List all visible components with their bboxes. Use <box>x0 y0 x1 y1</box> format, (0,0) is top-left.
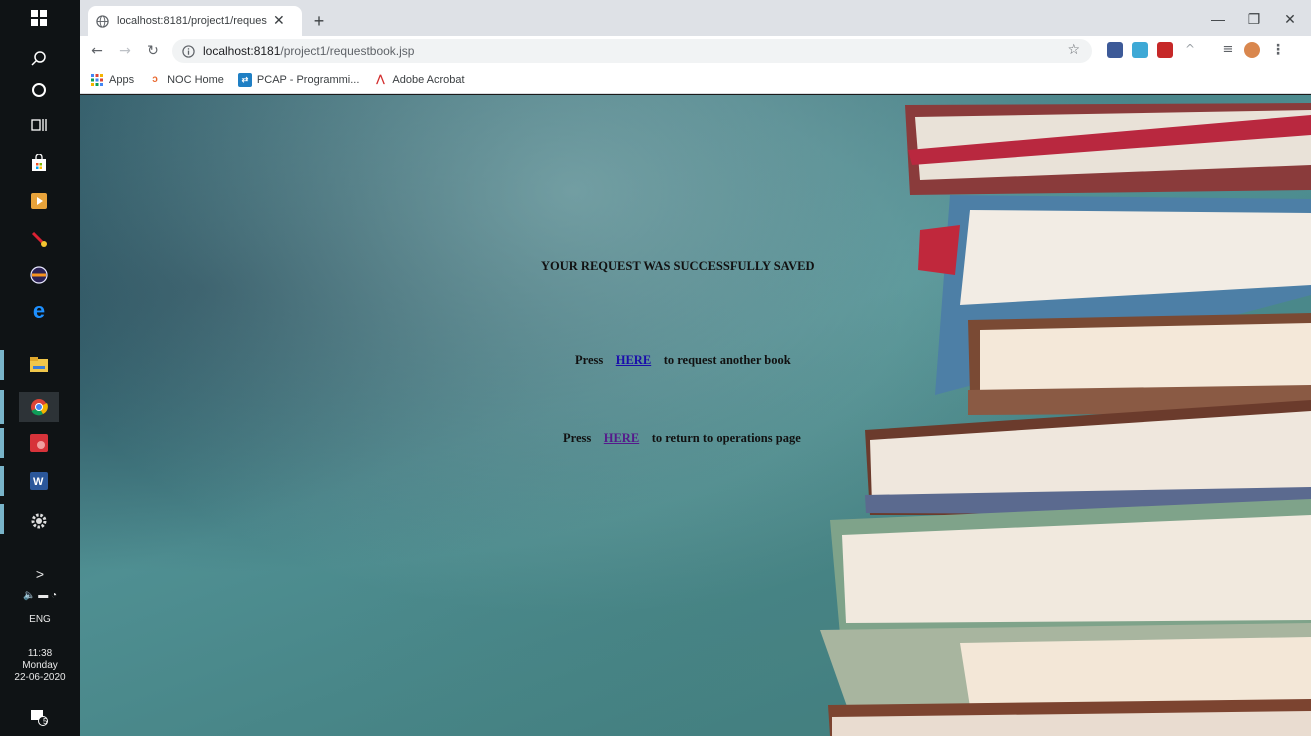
tray-icons[interactable]: 🔈 ▬ ◔ <box>0 590 80 602</box>
active-indicator <box>0 350 4 380</box>
menu-kebab-icon[interactable]: ⋮ <box>1270 42 1286 58</box>
search-icon[interactable] <box>26 45 52 71</box>
success-heading: YOUR REQUEST WAS SUCCESSFULLY SAVED <box>541 259 815 273</box>
return-operations-line: Press HERE to return to operations page <box>563 431 801 446</box>
restore-button[interactable]: ❐ <box>1236 6 1272 32</box>
browser-toolbar: ← → ↻ localhost:8181/project1/requestboo… <box>80 36 1311 66</box>
show-hidden-icons-chevron[interactable]: > <box>0 567 80 581</box>
file-explorer-icon[interactable] <box>26 352 52 378</box>
media-player-icon[interactable] <box>26 188 52 214</box>
word-icon[interactable]: W <box>26 468 52 494</box>
store-icon[interactable] <box>26 150 52 176</box>
reload-icon[interactable]: ↻ <box>142 40 164 62</box>
pcap-icon: ⇄ <box>237 72 252 87</box>
books-background-image <box>820 103 1311 736</box>
forward-arrow-icon[interactable]: → <box>114 40 136 62</box>
request-another-line: Press HERE to request another book <box>575 353 791 368</box>
return-operations-label: to return to operations page <box>651 431 801 445</box>
bookmark-label: Adobe Acrobat <box>392 73 465 86</box>
bookmark-apps[interactable]: Apps <box>90 73 134 87</box>
chrome-taskbar-icon[interactable] <box>19 392 59 422</box>
start-windows-icon[interactable] <box>26 5 52 31</box>
address-bar[interactable]: localhost:8181/project1/requestbook.jsp … <box>172 39 1092 63</box>
notification-count: 5 <box>43 717 48 726</box>
tab-title: localhost:8181/project1/requestb <box>117 15 267 27</box>
bookmark-label: PCAP - Programmi... <box>256 73 360 86</box>
apps-grid-icon <box>90 73 104 87</box>
url-path: /project1/requestbook.jsp <box>280 44 415 58</box>
battery-icon[interactable]: ▬ <box>38 590 48 601</box>
eclipse-icon[interactable] <box>26 262 52 288</box>
bookmark-adobe-acrobat[interactable]: ⋀ Adobe Acrobat <box>373 73 464 87</box>
paint-brush-icon[interactable] <box>26 226 52 252</box>
bookmark-label: NOC Home <box>167 73 224 86</box>
active-indicator <box>0 466 4 496</box>
request-another-label: to request another book <box>663 353 791 367</box>
active-indicator <box>0 428 4 458</box>
wifi-icon[interactable]: ◔ <box>51 590 57 601</box>
volume-icon[interactable]: 🔈 <box>23 590 35 601</box>
edge-browser-icon[interactable]: e <box>26 298 52 324</box>
clock-date[interactable]: 22-06-2020 <box>0 672 80 684</box>
bookmark-star-icon[interactable]: ☆ <box>1067 42 1080 58</box>
tab-close-icon[interactable]: ✕ <box>273 13 285 29</box>
extension-adobe-icon[interactable] <box>1157 42 1173 58</box>
task-view-icon[interactable] <box>26 112 52 138</box>
bookmark-pcap[interactable]: ⇄ PCAP - Programmi... <box>237 72 360 87</box>
acrobat-icon: ⋀ <box>376 74 385 85</box>
reading-list-icon[interactable]: ≡ <box>1220 42 1236 58</box>
close-window-button[interactable]: ✕ <box>1272 6 1308 32</box>
extension-caret-icon[interactable]: ^ <box>1182 42 1198 58</box>
noc-icon: ↄ <box>152 74 158 85</box>
press-label: Press <box>575 353 604 367</box>
active-indicator <box>0 390 4 424</box>
clock-time[interactable]: 11:38 <box>0 648 80 660</box>
extension-h-icon[interactable] <box>1107 42 1123 58</box>
press-label: Press <box>563 431 592 445</box>
notifications-icon[interactable]: 5 <box>26 704 52 730</box>
extension-copy-icon[interactable] <box>1132 42 1148 58</box>
info-icon[interactable] <box>182 44 195 58</box>
active-indicator <box>0 504 4 534</box>
svg-text:W: W <box>33 476 44 488</box>
browser-tab-strip: localhost:8181/project1/requestb ✕ + — ❐… <box>80 0 1311 36</box>
minimize-button[interactable]: — <box>1200 6 1236 32</box>
page-viewport: YOUR REQUEST WAS SUCCESSFULLY SAVED Pres… <box>80 95 1311 736</box>
url-text[interactable]: localhost:8181/project1/requestbook.jsp <box>203 44 414 58</box>
new-tab-button[interactable]: + <box>308 10 330 32</box>
app-red-icon[interactable] <box>26 430 52 456</box>
request-another-book-link[interactable]: HERE <box>616 353 651 367</box>
clock-day[interactable]: Monday <box>0 660 80 672</box>
browser-tab[interactable]: localhost:8181/project1/requestb ✕ <box>88 6 302 36</box>
return-operations-link[interactable]: HERE <box>604 431 639 445</box>
bookmarks-bar: Apps ↄ NOC Home ⇄ PCAP - Programmi... ⋀ … <box>80 66 1311 94</box>
back-arrow-icon[interactable]: ← <box>86 40 108 62</box>
language-indicator[interactable]: ENG <box>0 614 80 626</box>
profile-avatar[interactable] <box>1244 42 1260 58</box>
bookmark-label: Apps <box>109 73 135 86</box>
cortana-icon[interactable] <box>26 77 52 103</box>
bookmark-noc-home[interactable]: ↄ NOC Home <box>148 73 224 87</box>
settings-gear-icon[interactable] <box>26 508 52 534</box>
url-host: localhost:8181 <box>203 44 281 58</box>
globe-icon <box>96 14 109 28</box>
windows-taskbar: e W > 🔈 ▬ ◔ ENG 11:38 Monday 22-06-2020 … <box>0 0 80 736</box>
